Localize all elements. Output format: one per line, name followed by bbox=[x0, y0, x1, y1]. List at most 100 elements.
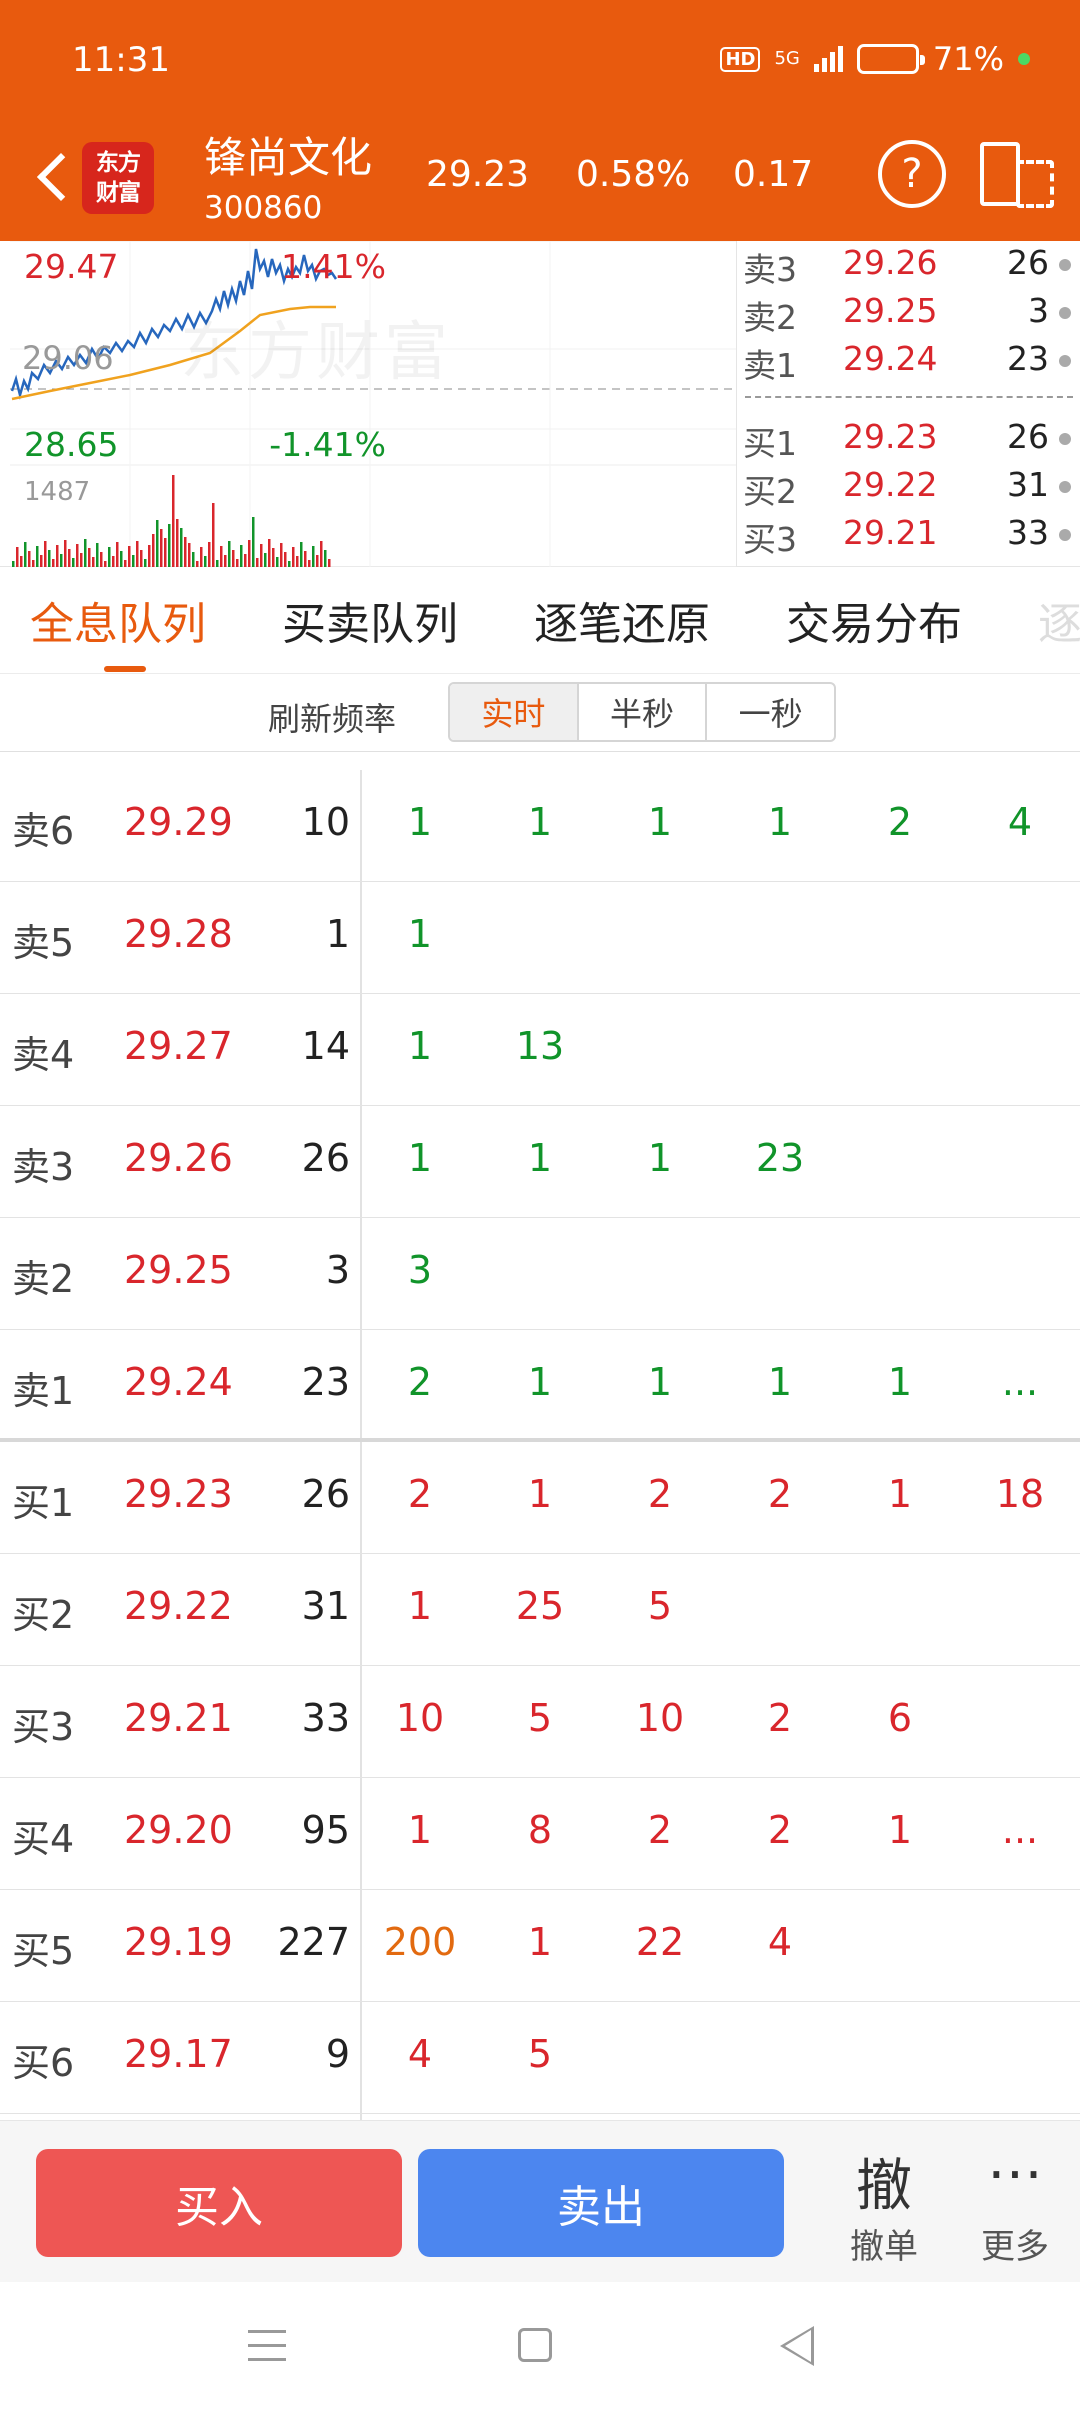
tab-full-queue[interactable]: 全息队列 bbox=[30, 588, 206, 652]
chart-low-percent: -1.41% bbox=[269, 425, 386, 464]
queue-row[interactable]: 买5 29.19 227 200 1 22 4 bbox=[0, 1890, 1080, 2002]
stock-nav-bar: 东方 财富 锋尚文化 300860 29.23 0.58% 0.17 ? bbox=[0, 120, 1080, 241]
system-back-icon[interactable] bbox=[780, 2326, 814, 2366]
order-book[interactable]: 卖3 29.26 26 卖2 29.25 3 卖1 29.24 23 买1 29… bbox=[736, 241, 1080, 567]
cancel-order-button[interactable]: 撤单 bbox=[824, 2219, 944, 2268]
refresh-one-second-button[interactable]: 一秒 bbox=[707, 684, 834, 740]
app-header: 11:31 HD 5G 71% 东方 财富 锋尚文化 300860 29.23 … bbox=[0, 0, 1080, 241]
chart-high-percent: 1.41% bbox=[281, 247, 386, 286]
volume-bar bbox=[312, 546, 315, 567]
home-icon[interactable] bbox=[518, 2328, 552, 2362]
queue-row[interactable]: 卖1 29.24 23 2 1 1 1 1... bbox=[0, 1330, 1080, 1442]
volume-bar bbox=[136, 541, 139, 567]
volume-bar bbox=[32, 560, 35, 567]
recent-apps-icon[interactable] bbox=[248, 2330, 286, 2364]
volume-bar bbox=[116, 542, 119, 567]
volume-bar bbox=[60, 554, 63, 567]
queue-order-size: 1 bbox=[527, 1360, 553, 1404]
queue-volume: 95 bbox=[301, 1808, 350, 1852]
more-button[interactable]: 更多 bbox=[955, 2219, 1075, 2268]
buy-button[interactable]: 买入 bbox=[36, 2149, 402, 2257]
stock-code: 300860 bbox=[204, 190, 323, 226]
queue-row[interactable]: 卖3 29.26 26 1 1 1 23 bbox=[0, 1106, 1080, 1218]
volume-bar bbox=[220, 546, 223, 567]
mini-chart-svg bbox=[10, 240, 736, 568]
ob-dot-icon bbox=[1059, 481, 1071, 493]
refresh-realtime-button[interactable]: 实时 bbox=[450, 684, 579, 740]
volume-bar bbox=[180, 528, 183, 567]
queue-level-label: 卖1 bbox=[12, 1369, 75, 1413]
queue-row[interactable]: 买3 29.21 33 10 5 10 2 6 bbox=[0, 1666, 1080, 1778]
queue-price: 29.17 bbox=[124, 2032, 233, 2076]
app-logo: 东方 财富 bbox=[82, 142, 154, 214]
queue-order-size: 2 bbox=[407, 1360, 433, 1404]
volume-bar bbox=[248, 540, 251, 567]
queue-order-size: 2 bbox=[767, 1472, 793, 1516]
queue-volume: 31 bbox=[301, 1584, 350, 1628]
queue-order-size: 1 bbox=[527, 1472, 553, 1516]
queue-price: 29.29 bbox=[124, 800, 233, 844]
queue-row[interactable]: 买2 29.22 31 1 25 5 bbox=[0, 1554, 1080, 1666]
queue-price: 29.24 bbox=[124, 1360, 233, 1404]
ob-label: 卖2 bbox=[743, 298, 797, 337]
volume-bar bbox=[128, 546, 131, 567]
volume-bar bbox=[260, 544, 263, 567]
back-button[interactable] bbox=[20, 142, 90, 212]
ob-price: 29.24 bbox=[843, 339, 938, 378]
sell-button[interactable]: 卖出 bbox=[418, 2149, 784, 2257]
volume-bar bbox=[224, 555, 227, 567]
volume-bar bbox=[84, 539, 87, 567]
queue-level-label: 买1 bbox=[12, 1481, 75, 1525]
logo-line-1: 东方 bbox=[96, 150, 141, 176]
ob-label: 买2 bbox=[743, 472, 797, 511]
split-screen-button[interactable] bbox=[980, 142, 1056, 208]
queue-level-label: 买4 bbox=[12, 1817, 75, 1861]
queue-row[interactable]: 卖5 29.28 1 1 bbox=[0, 882, 1080, 994]
volume-bar bbox=[288, 561, 291, 567]
cancel-order-icon[interactable]: 撤 bbox=[824, 2141, 944, 2222]
queue-order-size: 2 bbox=[767, 1808, 793, 1852]
volume-bar bbox=[148, 545, 151, 567]
queue-row[interactable]: 买4 29.20 95 1 8 2 2 1... bbox=[0, 1778, 1080, 1890]
tab-buy-sell-queue[interactable]: 买卖队列 bbox=[282, 588, 458, 652]
volume-bar bbox=[72, 558, 75, 567]
volume-bar bbox=[244, 554, 247, 567]
queue-row[interactable]: 卖6 29.29 10 1 1 1 1 2 4 bbox=[0, 770, 1080, 882]
queue-row[interactable]: 买6 29.17 9 4 5 bbox=[0, 2002, 1080, 2114]
queue-row[interactable]: 卖4 29.27 14 1 13 bbox=[0, 994, 1080, 1106]
chart-pre-close: 29.06 bbox=[22, 339, 114, 377]
volume-bar bbox=[152, 534, 155, 567]
ob-ask-row: 卖1 29.24 23 bbox=[737, 339, 1080, 385]
tab-more[interactable]: 逐 bbox=[1038, 588, 1080, 652]
queue-order-size: 2 bbox=[887, 800, 913, 844]
volume-bar bbox=[16, 547, 19, 567]
tab-trade-distribution[interactable]: 交易分布 bbox=[786, 588, 962, 652]
queue-row[interactable]: 卖2 29.25 3 3 bbox=[0, 1218, 1080, 1330]
queue-order-size: 18 bbox=[995, 1472, 1045, 1516]
battery-icon bbox=[856, 44, 925, 74]
help-button[interactable]: ? bbox=[878, 140, 946, 208]
volume-bar bbox=[268, 539, 271, 567]
status-dot-icon bbox=[1018, 53, 1030, 65]
volume-bar bbox=[108, 547, 111, 567]
ob-price: 29.22 bbox=[843, 465, 938, 504]
intraday-mini-chart[interactable]: 东方财富 29.47 1.41% 29.06 28.65 -1.41% 1487 bbox=[10, 240, 736, 568]
volume-bar bbox=[264, 553, 267, 567]
queue-volume: 3 bbox=[325, 1248, 350, 1292]
stock-name[interactable]: 锋尚文化 bbox=[204, 124, 372, 185]
hd-icon: HD bbox=[720, 46, 761, 72]
queue-tabs: 全息队列 买卖队列 逐笔还原 交易分布 逐 bbox=[0, 568, 1080, 674]
ob-dot-icon bbox=[1059, 529, 1071, 541]
volume-bar bbox=[236, 559, 239, 567]
ob-dot-icon bbox=[1059, 307, 1071, 319]
queue-row[interactable]: 买1 29.23 26 2 1 2 2 1 18 bbox=[0, 1442, 1080, 1554]
refresh-half-second-button[interactable]: 半秒 bbox=[579, 684, 708, 740]
tab-tick-restore[interactable]: 逐笔还原 bbox=[534, 588, 710, 652]
refresh-segmented-control: 实时 半秒 一秒 bbox=[448, 682, 836, 742]
queue-order-size: 22 bbox=[635, 1920, 685, 1964]
more-icon[interactable]: ⋯ bbox=[955, 2141, 1075, 2206]
ob-volume: 26 bbox=[1007, 417, 1049, 456]
volume-bar bbox=[88, 548, 91, 567]
queue-order-size: 1 bbox=[767, 800, 793, 844]
ob-label: 买1 bbox=[743, 424, 797, 463]
